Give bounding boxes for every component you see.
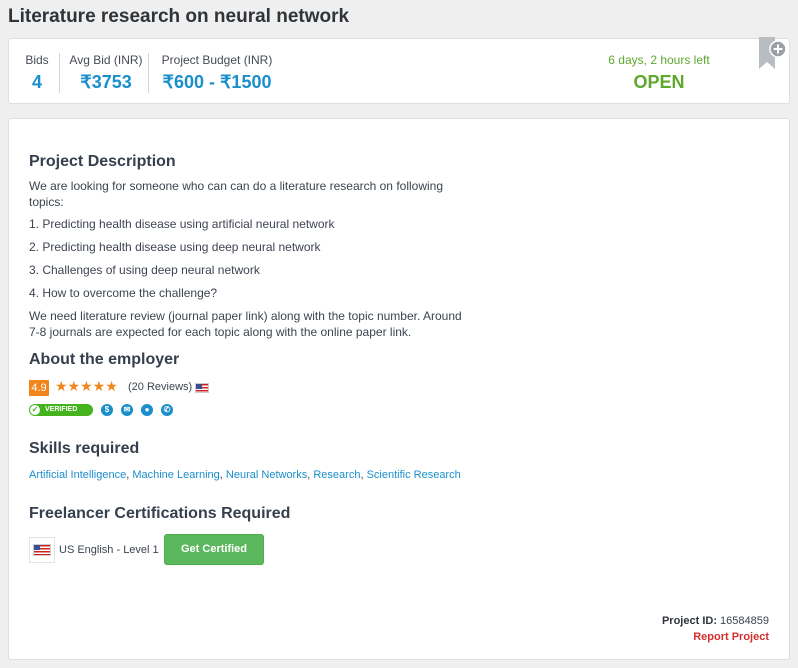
cert-label: US English - Level 1 (59, 544, 159, 556)
email-verified-icon[interactable]: ✉ (121, 404, 133, 416)
description-closing: We need literature review (journal paper… (29, 309, 462, 339)
skill-link[interactable]: Artificial Intelligence (29, 469, 126, 481)
project-id-value: 16584859 (720, 615, 769, 627)
check-icon: ✓ (30, 405, 40, 415)
project-stats-card: Bids 4 Avg Bid (INR) ₹3753 Project Budge… (8, 37, 793, 104)
budget-value: ₹600 - ₹1500 (162, 72, 272, 92)
bookmark-add-icon[interactable] (757, 37, 793, 71)
description-item: 4. How to overcome the challenge? (29, 286, 218, 300)
avg-bid-label: Avg Bid (INR) (69, 53, 143, 67)
bids-label: Bids (25, 53, 49, 67)
description-item: 3. Challenges of using deep neural netwo… (29, 263, 260, 277)
profile-verified-icon[interactable]: ● (141, 404, 153, 416)
avg-bid-stat: Avg Bid (INR) ₹3753 (67, 53, 145, 93)
skill-link[interactable]: Scientific Research (367, 469, 461, 481)
about-employer-heading: About the employer (29, 351, 180, 368)
verified-badge: ✓ VERIFIED (29, 404, 93, 416)
skills-heading: Skills required (29, 440, 140, 457)
skill-link[interactable]: Machine Learning (132, 469, 219, 481)
description-item: 2. Predicting health disease using deep … (29, 240, 321, 254)
us-flag-icon (33, 544, 51, 556)
certifications-heading: Freelancer Certifications Required (29, 505, 291, 522)
rating-badge: 4.9 (29, 380, 49, 396)
divider (59, 53, 60, 93)
page-title: Literature research on neural network (8, 6, 350, 27)
time-left: 6 days, 2 hours left (608, 53, 710, 67)
payment-verified-icon[interactable]: $ (101, 404, 113, 416)
avg-bid-value: ₹3753 (80, 72, 132, 92)
divider (148, 53, 149, 93)
star-rating-icon: ★★★★★ (55, 378, 118, 394)
cert-flag-icon (29, 537, 55, 563)
budget-stat: Project Budget (INR) ₹600 - ₹1500 (156, 53, 278, 93)
bids-value: 4 (31, 72, 42, 92)
get-certified-button[interactable]: Get Certified (164, 534, 264, 565)
phone-verified-icon[interactable]: ✆ (161, 404, 173, 416)
status-badge: OPEN (633, 72, 685, 92)
reviews-count: (20 Reviews) (128, 381, 193, 393)
bids-stat: Bids 4 (17, 53, 57, 93)
project-id: Project ID: 16584859 (662, 615, 769, 627)
skills-list: Artificial Intelligence, Machine Learnin… (29, 469, 461, 481)
project-details-card: Project Description We are looking for s… (8, 118, 790, 660)
verified-label: VERIFIED (45, 406, 78, 413)
project-description-heading: Project Description (29, 153, 176, 170)
report-project-link[interactable]: Report Project (693, 631, 769, 643)
description-item: 1. Predicting health disease using artif… (29, 217, 335, 231)
project-id-label: Project ID: (661, 615, 717, 627)
description-intro: We are looking for someone who can can d… (29, 179, 444, 209)
us-flag-icon (195, 383, 209, 393)
skill-link[interactable]: Research (313, 469, 360, 481)
budget-label: Project Budget (INR) (161, 53, 273, 67)
skill-link[interactable]: Neural Networks (226, 469, 307, 481)
